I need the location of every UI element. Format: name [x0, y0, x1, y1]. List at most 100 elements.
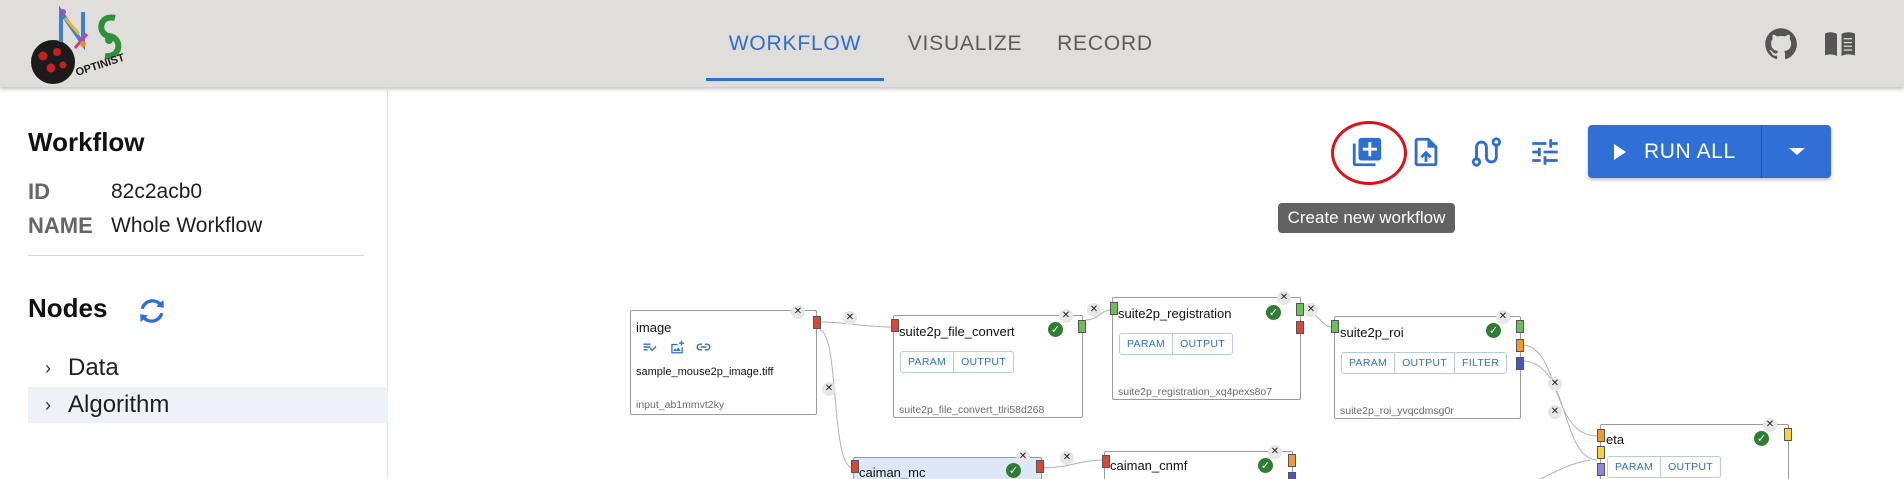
node-title: caiman_mc — [859, 465, 926, 479]
delete-node-icon[interactable]: ✕ — [791, 305, 805, 319]
output-port[interactable] — [1288, 472, 1296, 479]
delete-edge-icon[interactable]: ✕ — [1548, 377, 1562, 391]
output-port[interactable] — [1784, 428, 1792, 441]
name-value: Whole Workflow — [111, 214, 263, 237]
tab-record[interactable]: RECORD — [1046, 0, 1164, 87]
output-button[interactable]: OUTPUT — [1661, 457, 1720, 477]
divider — [28, 255, 364, 256]
delete-edge-icon[interactable]: ✕ — [1087, 303, 1101, 317]
output-port[interactable] — [1516, 357, 1524, 370]
run-all-label: RUN ALL — [1644, 139, 1736, 163]
input-port[interactable] — [1102, 455, 1110, 468]
output-port[interactable] — [1036, 460, 1044, 473]
run-all-button[interactable]: RUN ALL — [1588, 125, 1762, 178]
success-check-icon: ✓ — [1486, 323, 1501, 338]
tree-item-algorithm[interactable]: › Algorithm — [28, 387, 388, 423]
link-icon[interactable] — [695, 340, 712, 354]
input-port[interactable] — [891, 319, 899, 332]
node-id: suite2p_registration_xq4pexs8o7 — [1118, 386, 1273, 398]
node-title: image — [636, 320, 672, 335]
id-value: 82c2acb0 — [111, 180, 203, 203]
delete-node-icon[interactable]: ✕ — [1016, 450, 1030, 464]
delete-edge-icon[interactable]: ✕ — [843, 311, 857, 325]
import-icon — [1414, 137, 1438, 167]
node-icon-bar — [642, 340, 712, 354]
delete-node-icon[interactable]: ✕ — [1268, 445, 1282, 459]
output-port[interactable] — [1516, 320, 1524, 333]
tooltip: Create new workflow — [1278, 203, 1455, 233]
node-buttons: PARAM OUTPUT — [1119, 333, 1234, 355]
node-buttons: PARAM OUTPUT — [900, 351, 1015, 373]
node-id: input_ab1mmvt2ky — [636, 399, 725, 411]
name-label: NAME — [28, 213, 93, 238]
run-options-dropdown[interactable] — [1762, 125, 1831, 178]
output-port[interactable] — [813, 316, 821, 329]
param-button[interactable]: PARAM — [901, 352, 955, 372]
refresh-icon[interactable] — [134, 293, 170, 329]
success-check-icon: ✓ — [1048, 322, 1063, 337]
success-check-icon: ✓ — [1006, 463, 1021, 478]
input-port[interactable] — [1110, 302, 1118, 315]
delete-node-icon[interactable]: ✕ — [1059, 309, 1073, 323]
input-port[interactable] — [1331, 320, 1339, 333]
delete-edge-icon[interactable]: ✕ — [1548, 405, 1562, 419]
node-title: suite2p_file_convert — [899, 324, 1015, 339]
output-port[interactable] — [1296, 321, 1304, 334]
delete-edge-icon[interactable]: ✕ — [1060, 451, 1074, 465]
input-port[interactable] — [1597, 463, 1605, 476]
delete-edge-icon[interactable]: ✕ — [1304, 303, 1318, 317]
output-port[interactable] — [1078, 320, 1086, 333]
add-image-icon[interactable] — [669, 340, 685, 354]
node-buttons: PARAM OUTPUT — [1607, 456, 1722, 478]
node-image[interactable]: image sample_mouse2p_image.tiff input_ab… — [630, 310, 817, 415]
output-port[interactable] — [1516, 339, 1524, 352]
node-title: suite2p_registration — [1118, 306, 1232, 321]
output-port[interactable] — [1288, 454, 1296, 467]
node-title: suite2p_roi — [1340, 325, 1404, 340]
route-button[interactable] — [1463, 130, 1507, 174]
param-button[interactable]: PARAM — [1120, 334, 1174, 354]
github-icon[interactable] — [1763, 26, 1799, 62]
tree-item-label: Algorithm — [68, 391, 170, 418]
tree-item-label: Data — [68, 354, 119, 381]
success-check-icon: ✓ — [1266, 305, 1281, 320]
output-button[interactable]: OUTPUT — [1395, 353, 1456, 373]
input-port[interactable] — [1597, 429, 1605, 442]
chevron-right-icon[interactable]: › — [28, 350, 68, 386]
import-workflow-button[interactable] — [1404, 130, 1448, 174]
id-label: ID — [28, 179, 50, 204]
app-header: OPTINIST WORKFLOW VISUALIZE RECORD — [0, 0, 1904, 87]
svg-text:OPTINIST: OPTINIST — [74, 52, 126, 79]
delete-node-icon[interactable]: ✕ — [1496, 310, 1510, 324]
settings-button[interactable] — [1523, 130, 1567, 174]
tree-item-data[interactable]: › Data — [28, 350, 388, 386]
success-check-icon: ✓ — [1258, 458, 1273, 473]
play-icon — [1614, 143, 1626, 160]
input-port[interactable] — [1597, 446, 1605, 459]
book-icon[interactable] — [1822, 26, 1858, 62]
workflow-title: Workflow — [28, 127, 145, 157]
node-title: eta — [1606, 432, 1625, 447]
output-port[interactable] — [1296, 303, 1304, 316]
chevron-right-icon[interactable]: › — [28, 387, 68, 423]
main-tabs: WORKFLOW VISUALIZE RECORD — [706, 0, 1164, 87]
delete-node-icon[interactable]: ✕ — [1277, 291, 1291, 305]
input-port[interactable] — [851, 460, 859, 473]
param-button[interactable]: PARAM — [1608, 457, 1662, 477]
delete-edge-icon[interactable]: ✕ — [822, 382, 836, 396]
output-button[interactable]: OUTPUT — [954, 352, 1013, 372]
filter-button[interactable]: FILTER — [1455, 353, 1506, 373]
caret-down-icon — [1788, 148, 1805, 155]
optinist-logo[interactable]: OPTINIST — [25, 4, 145, 86]
tab-visualize[interactable]: VISUALIZE — [884, 0, 1046, 87]
node-id: suite2p_roi_yvqcdmsg0r — [1340, 405, 1454, 417]
highlight-ring — [1331, 121, 1407, 185]
output-button[interactable]: OUTPUT — [1173, 334, 1232, 354]
node-buttons: PARAM OUTPUT FILTER — [1341, 352, 1508, 374]
select-list-icon[interactable] — [642, 340, 659, 354]
nodes-title: Nodes — [28, 293, 108, 323]
tab-workflow[interactable]: WORKFLOW — [706, 0, 884, 87]
param-button[interactable]: PARAM — [1342, 353, 1396, 373]
delete-node-icon[interactable]: ✕ — [1763, 418, 1777, 432]
run-all-button-group: RUN ALL — [1588, 125, 1831, 178]
